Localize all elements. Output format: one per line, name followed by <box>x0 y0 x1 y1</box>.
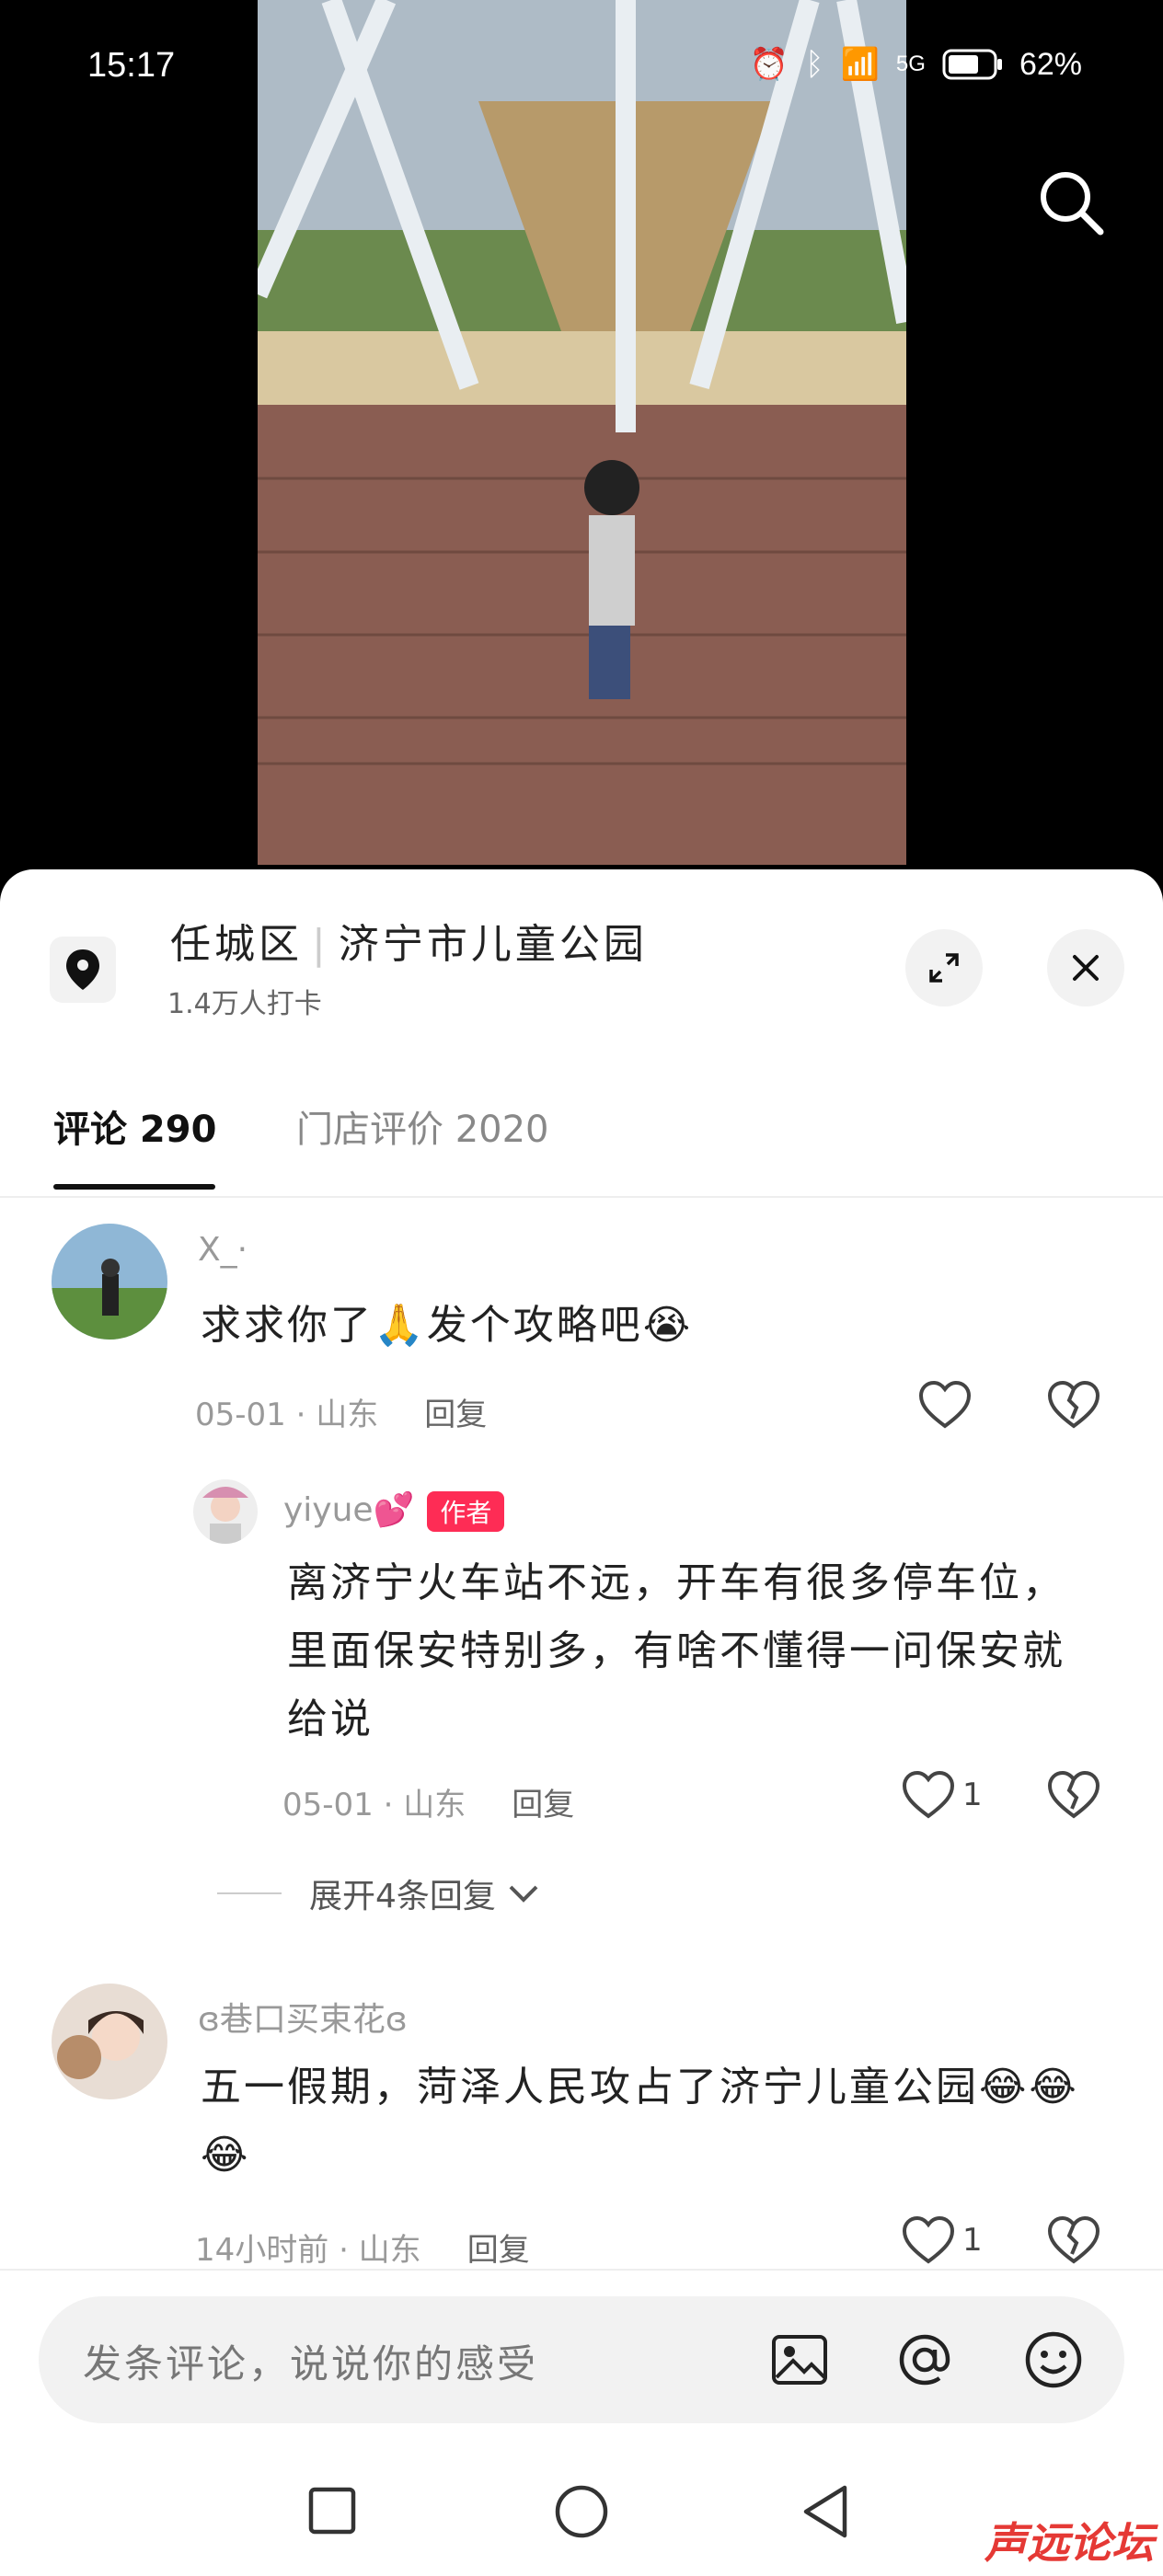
comment-text: 五一假期，菏泽人民攻占了济宁儿童公园😂😂😂 <box>201 2064 1079 2179</box>
video-area[interactable] <box>0 0 1163 883</box>
broken-heart-icon <box>1047 1380 1100 1429</box>
reply-username[interactable]: yiyue💕 <box>283 1491 414 1529</box>
like-button[interactable] <box>918 1380 979 1430</box>
broken-heart-icon <box>1047 2215 1100 2264</box>
heart-icon <box>902 1770 955 1819</box>
search-button[interactable] <box>1034 166 1108 239</box>
watermark: 声远论坛 <box>985 2518 1154 2568</box>
recent-apps-icon[interactable] <box>307 2486 357 2536</box>
at-icon <box>899 2334 950 2386</box>
battery-level: 62% <box>1019 46 1082 82</box>
reply-user-row: yiyue💕 作者 <box>283 1490 505 1532</box>
heart-icon <box>902 2215 955 2264</box>
dislike-button[interactable] <box>1047 1380 1100 1433</box>
reply-meta: 05-01 · 山东 回复 <box>282 1779 574 1824</box>
dislike-button[interactable] <box>1047 1770 1100 1823</box>
title-separator: | <box>312 921 329 968</box>
comment-date-location: 14小时前 · 山东 <box>195 2232 421 2269</box>
mention-button[interactable] <box>894 2329 955 2390</box>
close-icon <box>1073 955 1099 981</box>
avatar[interactable] <box>52 1984 167 2099</box>
broken-heart-icon <box>1047 1770 1100 1819</box>
tab-comments[interactable]: 评论 290 <box>53 1099 216 1153</box>
avatar[interactable] <box>52 1224 167 1340</box>
author-badge: 作者 <box>427 1491 505 1532</box>
tab-bar: 评论 290 门店评价 2020 <box>0 1099 1163 1198</box>
image-button[interactable] <box>769 2329 830 2390</box>
close-button[interactable] <box>1047 929 1124 1006</box>
bluetooth-icon: ᛒ <box>805 46 824 82</box>
tab-store-reviews[interactable]: 门店评价 2020 <box>296 1099 549 1153</box>
reply-button[interactable]: 回复 <box>512 1787 574 1823</box>
alarm-icon: ⏰ <box>749 47 789 82</box>
comment-meta: 05-01 · 山东 回复 <box>195 1389 487 1434</box>
heart-icon <box>918 1380 972 1429</box>
location-title[interactable]: 任城区 | 济宁市儿童公园 <box>170 911 648 970</box>
status-icons: ⏰ ᛒ 📶 5G 62% <box>750 46 1082 83</box>
tab-indicator <box>53 1184 215 1190</box>
wifi-icon: 📶 <box>840 47 880 82</box>
comment-meta: 14小时前 · 山东 回复 <box>195 2225 530 2270</box>
comment-username[interactable]: X_· <box>198 1231 248 1269</box>
comment-input-placeholder: 发条评论，说说你的感受 <box>83 2341 539 2386</box>
location-pin-icon <box>50 937 116 1003</box>
reply-button[interactable]: 回复 <box>424 1397 487 1433</box>
reply-avatar[interactable] <box>193 1479 258 1544</box>
like-count: 1 <box>962 1777 983 1813</box>
expand-replies-button[interactable]: 展开4条回复 <box>217 1869 542 1917</box>
battery-icon <box>942 49 1002 80</box>
chevron-down-icon <box>509 1885 538 1903</box>
checkin-count: 1.4万人打卡 <box>167 988 322 1020</box>
emoji-button[interactable] <box>1023 2329 1084 2390</box>
comment-text: 求求你了🙏发个攻略吧😭 <box>201 1302 694 1349</box>
status-time: 15:17 <box>87 46 176 85</box>
reply-date-location: 05-01 · 山东 <box>282 1787 466 1823</box>
reply-text: 离济宁火车站不远，开车有很多停车位，里面保安特别多，有啥不懂得一问保安就给说 <box>287 1559 1065 1742</box>
input-divider <box>0 2269 1163 2271</box>
system-nav-bar: 声远论坛 <box>0 2447 1163 2576</box>
comment-date-location: 05-01 · 山东 <box>195 1397 379 1433</box>
like-count: 1 <box>962 2222 983 2259</box>
like-button[interactable]: 1 <box>902 2215 983 2265</box>
network-label: 5G <box>895 52 926 76</box>
comment-username[interactable]: ɞ巷口买束花ɞ <box>198 1993 408 2041</box>
expand-divider <box>217 1892 282 1894</box>
location-district: 任城区 <box>170 921 303 968</box>
comment-input[interactable]: 发条评论，说说你的感受 <box>39 2296 1124 2423</box>
home-icon[interactable] <box>554 2484 609 2539</box>
expand-icon <box>929 953 959 983</box>
search-icon <box>1041 172 1104 236</box>
video-thumbnail[interactable] <box>258 0 906 865</box>
expand-replies-label: 展开4条回复 <box>309 1878 496 1915</box>
expand-button[interactable] <box>905 929 983 1006</box>
reply-button[interactable]: 回复 <box>467 2232 530 2269</box>
location-name: 济宁市儿童公园 <box>338 921 648 968</box>
emoji-icon <box>1025 2331 1082 2388</box>
dislike-button[interactable] <box>1047 2215 1100 2269</box>
back-icon[interactable] <box>800 2484 850 2539</box>
image-icon <box>772 2335 827 2385</box>
like-button[interactable]: 1 <box>902 1770 983 1820</box>
